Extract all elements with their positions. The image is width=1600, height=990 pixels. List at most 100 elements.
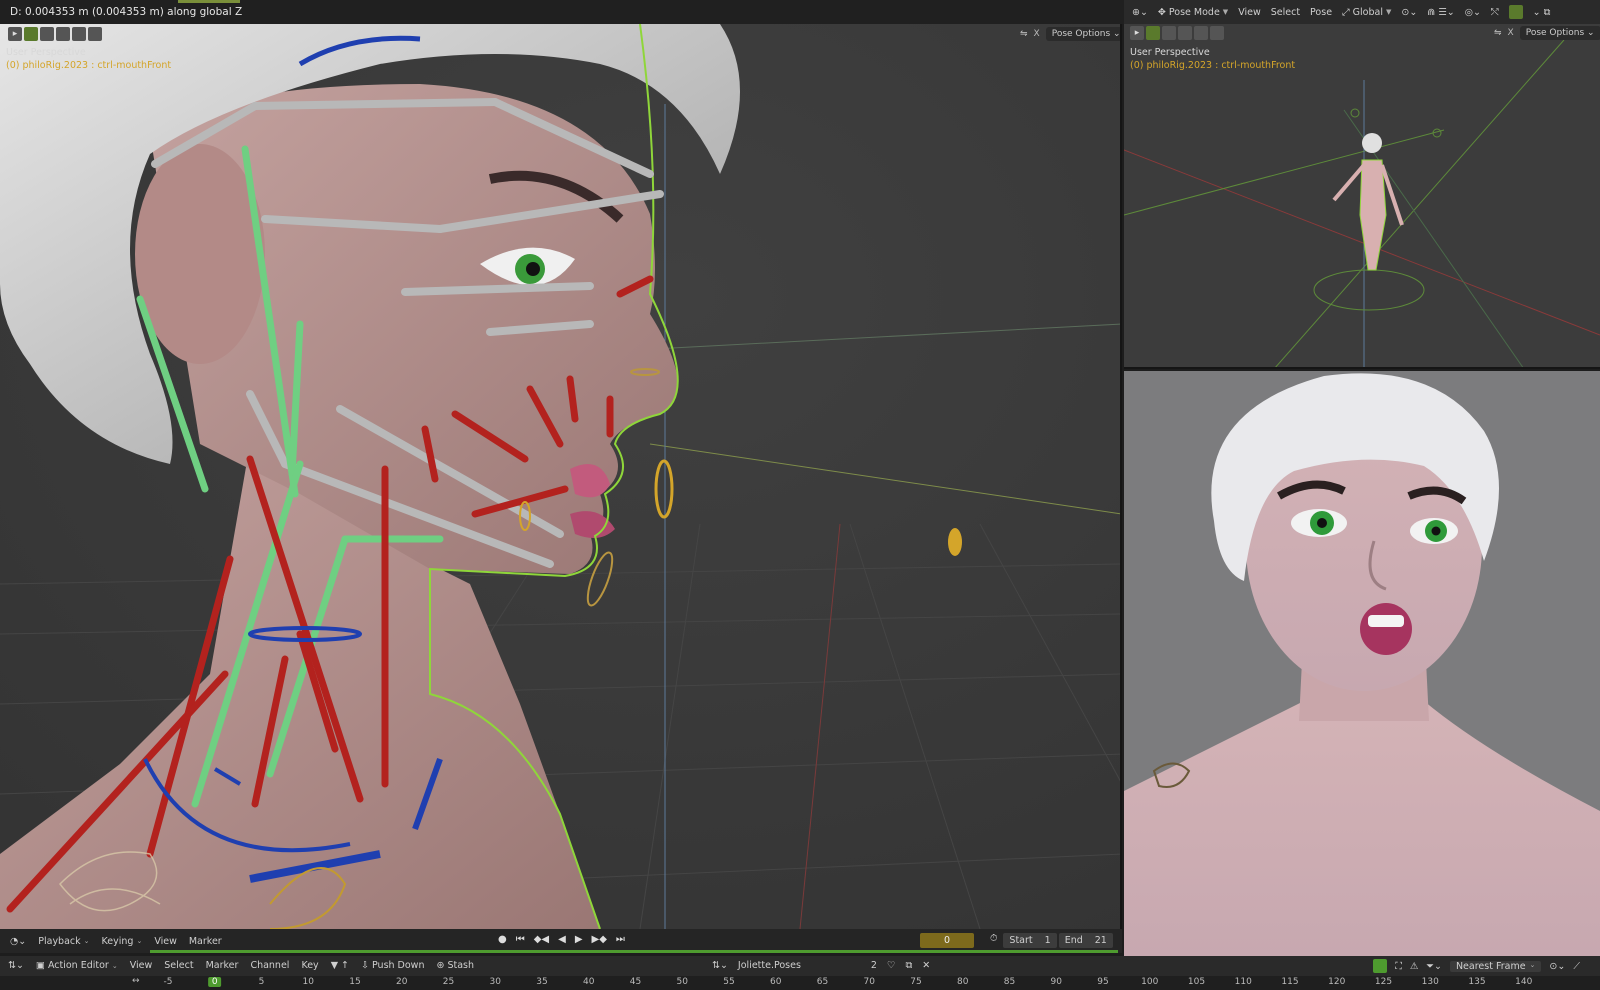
select-box-new-icon[interactable] bbox=[1146, 26, 1160, 40]
action-name-field[interactable]: Joliette.Poses bbox=[738, 960, 801, 971]
overview-3d-viewport[interactable]: ⊕⌄ ✥ Pose Mode ▼ View Select Pose ⤢ Global ▼… bbox=[1124, 0, 1600, 369]
viewport-scene[interactable] bbox=[0, 24, 1122, 929]
scroll-arrows-icon[interactable]: ↔ bbox=[132, 976, 140, 986]
snap-icon[interactable]: ⋒ ☰⌄ bbox=[1427, 7, 1454, 18]
mode-dropdown[interactable]: ✥ Pose Mode ▼ bbox=[1158, 7, 1228, 18]
action-key-menu[interactable]: Key bbox=[301, 960, 318, 971]
chevron-down-icon: ⌄ bbox=[1587, 28, 1595, 38]
select-box-invert-icon[interactable] bbox=[1194, 26, 1208, 40]
frame-tick: 135 bbox=[1468, 977, 1486, 987]
select-box-invert-icon[interactable] bbox=[72, 27, 86, 41]
select-box-intersect-icon[interactable] bbox=[1210, 26, 1224, 40]
jump-start-icon[interactable]: ⏮ bbox=[516, 934, 525, 945]
play-reverse-icon[interactable]: ◀ bbox=[558, 934, 566, 945]
hidden-icon[interactable]: ⛶ bbox=[1395, 961, 1402, 972]
x-mirror-toggle[interactable]: X bbox=[1508, 28, 1514, 38]
prev-keyframe-icon[interactable]: ◆◀ bbox=[534, 934, 549, 945]
end-label: End bbox=[1064, 935, 1083, 946]
curve-icon[interactable]: ⟋ bbox=[1573, 961, 1580, 972]
frame-tick: 95 bbox=[1097, 977, 1109, 987]
orientation-label: Global bbox=[1352, 6, 1383, 18]
orientation-dropdown[interactable]: ⤢ Global ▼ bbox=[1342, 7, 1391, 18]
select-tool-icon[interactable]: ▸ bbox=[8, 27, 22, 41]
timeline-view-menu[interactable]: View bbox=[154, 936, 177, 947]
dopesheet-editor-icon[interactable]: ⇅⌄ bbox=[8, 960, 24, 971]
action-datablock[interactable]: ⇅⌄ Joliette.Poses 2 ♡ ⧉ ✕ bbox=[712, 960, 930, 971]
menu-view[interactable]: View bbox=[1238, 7, 1261, 18]
start-label: Start bbox=[1009, 935, 1033, 946]
frame-tick: 30 bbox=[489, 977, 501, 987]
x-mirror-toggle[interactable]: X bbox=[1034, 29, 1040, 39]
shading-icon[interactable]: ⌄ ⧉ bbox=[1533, 7, 1551, 18]
push-down-icon: ⇩ bbox=[360, 960, 369, 971]
jump-end-icon[interactable]: ⏭ bbox=[616, 934, 625, 945]
only-selected-icon[interactable] bbox=[1373, 959, 1388, 973]
keying-menu[interactable]: Keying ⌄ bbox=[102, 936, 143, 947]
menu-pose[interactable]: Pose bbox=[1310, 7, 1332, 18]
timeline-marker-menu[interactable]: Marker bbox=[189, 936, 222, 947]
chevron-down-icon: ▼ bbox=[1222, 8, 1229, 16]
overview-tool-row: ▸ bbox=[1130, 26, 1224, 40]
main-viewport-header: ▸ bbox=[0, 24, 102, 44]
action-channel-menu[interactable]: Channel bbox=[250, 960, 289, 971]
unlink-icon[interactable]: ✕ bbox=[922, 960, 930, 971]
action-browse-icon[interactable]: ⇅⌄ bbox=[712, 960, 728, 971]
mirror-icon[interactable]: ⇋ bbox=[1020, 29, 1028, 39]
eye-pupil bbox=[526, 262, 540, 276]
select-box-extend-icon[interactable] bbox=[40, 27, 54, 41]
select-tool-icon[interactable]: ▸ bbox=[1130, 26, 1144, 40]
frame-range: ⏱ Start 1 End 21 bbox=[990, 933, 1113, 948]
end-value: 21 bbox=[1094, 935, 1107, 946]
preview-range-icon[interactable]: ⏱ bbox=[990, 933, 997, 948]
render-preview-viewport[interactable] bbox=[1124, 371, 1600, 956]
frame-ruler[interactable]: ↔ -5 0 5 10 15 20 25 30 35 40 45 50 55 60 65 70 75 80 85 90… bbox=[0, 976, 1600, 990]
mouth-target-control[interactable] bbox=[948, 528, 962, 556]
snapping-dropdown[interactable]: Nearest Frame ⌄ bbox=[1449, 960, 1542, 972]
select-box-intersect-icon[interactable] bbox=[88, 27, 102, 41]
gizmo-icon[interactable]: ⤲ bbox=[1491, 7, 1499, 18]
pivot-icon[interactable]: ⊙⌄ bbox=[1401, 7, 1417, 18]
action-marker-menu[interactable]: Marker bbox=[206, 960, 239, 971]
record-icon[interactable]: ● bbox=[498, 934, 507, 945]
editor-type-icon[interactable]: ⊕⌄ bbox=[1132, 7, 1148, 18]
proportional-edit-icon[interactable]: ◎⌄ bbox=[1465, 7, 1481, 18]
playback-menu[interactable]: Playback ⌄ bbox=[38, 936, 89, 947]
snapping-label: Nearest Frame bbox=[1455, 960, 1526, 972]
overlay-toggle-icon[interactable] bbox=[1508, 5, 1523, 19]
action-editor-mode[interactable]: ▣ Action Editor ⌄ bbox=[36, 960, 118, 971]
start-frame-field[interactable]: Start 1 bbox=[1003, 933, 1057, 948]
select-box-subtract-icon[interactable] bbox=[1178, 26, 1192, 40]
select-box-new-icon[interactable] bbox=[24, 27, 38, 41]
action-select-menu[interactable]: Select bbox=[164, 960, 193, 971]
select-box-extend-icon[interactable] bbox=[1162, 26, 1176, 40]
frame-tick: 5 bbox=[258, 977, 265, 987]
action-users-count: 2 bbox=[870, 960, 877, 971]
render-right-pupil bbox=[1431, 526, 1441, 536]
timeline-editor-icon[interactable]: ◔⌄ bbox=[10, 936, 26, 947]
action-editor-label: Action Editor bbox=[47, 960, 109, 971]
play-icon[interactable]: ▶ bbox=[575, 934, 583, 945]
next-keyframe-icon[interactable]: ▶◆ bbox=[592, 934, 607, 945]
duplicate-icon[interactable]: ⧉ bbox=[906, 960, 913, 971]
action-view-menu[interactable]: View bbox=[130, 960, 153, 971]
push-down-button[interactable]: ⇩ Push Down bbox=[361, 960, 425, 971]
main-viewport-options: ⇋ X Pose Options ⌄ bbox=[1020, 27, 1120, 41]
main-3d-viewport[interactable]: ▸ User Perspective (0) philoRig.2023 : c… bbox=[0, 24, 1122, 929]
errors-icon[interactable]: ⚠ bbox=[1410, 961, 1419, 972]
frame-tick: 55 bbox=[723, 977, 735, 987]
stash-button[interactable]: ⊛ Stash bbox=[436, 960, 474, 971]
pose-options-dropdown[interactable]: Pose Options ⌄ bbox=[1045, 27, 1120, 41]
filter-icon[interactable]: ⏷⌄ bbox=[1426, 961, 1442, 972]
keyframe-type-icon[interactable]: ▼ ↑ bbox=[331, 960, 349, 971]
mirror-icon[interactable]: ⇋ bbox=[1494, 28, 1502, 38]
pose-options-dropdown[interactable]: Pose Options ⌄ bbox=[1519, 26, 1600, 40]
fake-user-icon[interactable]: ♡ bbox=[887, 960, 896, 971]
current-frame-field[interactable]: 0 bbox=[920, 933, 974, 948]
menu-select[interactable]: Select bbox=[1271, 7, 1300, 18]
stash-label: Stash bbox=[447, 960, 475, 971]
frame-tick: 110 bbox=[1234, 977, 1252, 987]
proportional-icon[interactable]: ⊙⌄ bbox=[1549, 961, 1565, 972]
select-box-subtract-icon[interactable] bbox=[56, 27, 70, 41]
render-mouth bbox=[1360, 603, 1412, 655]
end-frame-field[interactable]: End 21 bbox=[1058, 933, 1113, 948]
